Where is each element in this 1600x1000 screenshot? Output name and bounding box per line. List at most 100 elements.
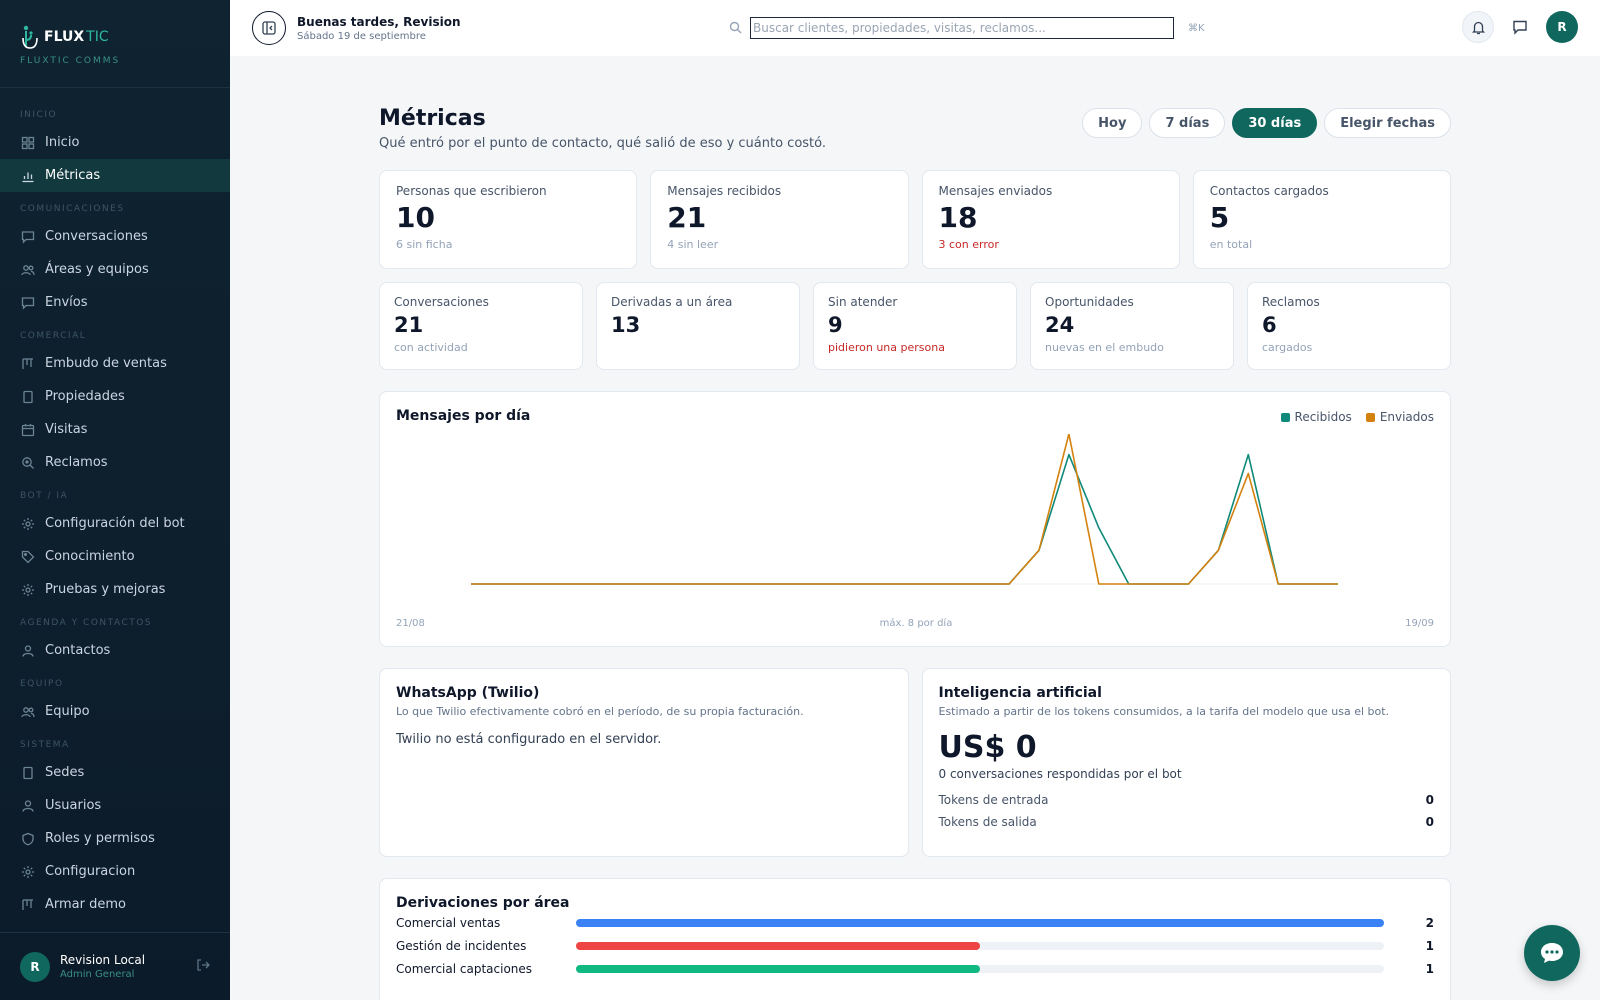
- chat-fab-button[interactable]: [1524, 925, 1580, 981]
- messages-button[interactable]: [1506, 11, 1534, 43]
- avatar[interactable]: R: [1546, 11, 1578, 43]
- twilio-card: WhatsApp (Twilio) Lo que Twilio efectiva…: [379, 668, 909, 857]
- derivation-bar-fill: [576, 941, 980, 950]
- sidebar-item-usuarios[interactable]: Usuarios: [0, 789, 230, 822]
- kpi-sub: nuevas en el embudo: [1045, 341, 1164, 354]
- search-shortcut: ⌘K: [1188, 22, 1205, 34]
- kpi-value: 13: [611, 313, 641, 337]
- logo-icon: [22, 25, 38, 49]
- series-line-recibidos[interactable]: [471, 453, 1338, 585]
- range-button-elegir-fechas[interactable]: Elegir fechas: [1324, 108, 1451, 138]
- derivation-name: Comercial ventas: [396, 915, 501, 930]
- legend-item-recibidos[interactable]: Recibidos: [1280, 410, 1352, 424]
- kpi-row-top: Personas que escribieron 10 6 sin ficha M…: [379, 170, 1451, 269]
- messages-chart-card: Mensajes por día Recibidos Enviados 21/0…: [379, 391, 1451, 647]
- sidebar-item-armar-demo[interactable]: Armar demo: [0, 888, 230, 921]
- sidebar-item-sedes[interactable]: Sedes: [0, 756, 230, 789]
- sidebar-item-label: Reclamos: [45, 455, 108, 470]
- sidebar-item-roles-y-permisos[interactable]: Roles y permisos: [0, 822, 230, 855]
- sidebar-item-label: Embudo de ventas: [45, 356, 167, 371]
- nav-section-label: BOT / IA: [20, 491, 69, 501]
- sidebar-toggle-icon: [262, 21, 276, 35]
- kpi-label: Mensajes recibidos: [667, 184, 782, 198]
- gear-icon: [20, 516, 35, 531]
- sidebar-item-label: Envíos: [45, 295, 88, 310]
- brand: FLUX TIC FLUXTIC COMMS: [0, 0, 230, 88]
- brand-logo[interactable]: FLUX TIC: [20, 24, 230, 50]
- sidebar-item-label: Propiedades: [45, 389, 125, 404]
- search-input[interactable]: [750, 17, 1174, 39]
- sidebar-item-label: Armar demo: [45, 897, 126, 912]
- ai-title: Inteligencia artificial: [938, 685, 1102, 701]
- derivation-count: 1: [1425, 961, 1434, 976]
- users-icon: [20, 262, 35, 277]
- range-button-hoy[interactable]: Hoy: [1082, 108, 1143, 138]
- sidebar-item-conocimiento[interactable]: Conocimiento: [0, 540, 230, 573]
- brand-name-a: FLUX: [44, 29, 85, 45]
- kpi-label: Mensajes enviados: [938, 184, 1053, 198]
- sidebar-item-label: Conversaciones: [45, 229, 148, 244]
- derivation-bar-track: [576, 918, 1384, 927]
- page-title: Métricas: [379, 106, 486, 131]
- derivation-bar-fill: [576, 918, 1384, 927]
- sidebar-item-inicio[interactable]: Inicio: [0, 126, 230, 159]
- legend-item-enviados[interactable]: Enviados: [1365, 410, 1434, 424]
- derivations-title: Derivaciones por área: [396, 895, 570, 911]
- sidebar-item-visitas[interactable]: Visitas: [0, 413, 230, 446]
- calendar-icon: [20, 422, 35, 437]
- range-button-30-dias[interactable]: 30 días: [1232, 108, 1318, 138]
- chat-icon: [1513, 20, 1527, 35]
- sidebar-item-embudo-de-ventas[interactable]: Embudo de ventas: [0, 347, 230, 380]
- sidebar-item-pruebas-y-mejoras[interactable]: Pruebas y mejoras: [0, 573, 230, 606]
- sidebar-item-propiedades[interactable]: Propiedades: [0, 380, 230, 413]
- logout-icon[interactable]: [196, 957, 210, 976]
- sidebar-item-contactos[interactable]: Contactos: [0, 634, 230, 667]
- sidebar-item-envios[interactable]: Envíos: [0, 286, 230, 319]
- sidebar-item-label: Usuarios: [45, 798, 102, 813]
- notifications-button[interactable]: [1462, 11, 1494, 43]
- series-line-enviados[interactable]: [471, 434, 1338, 585]
- sidebar-item-conversaciones[interactable]: Conversaciones: [0, 220, 230, 253]
- sidebar-item-reclamos[interactable]: Reclamos: [0, 446, 230, 479]
- twilio-status-message: Twilio no está configurado en el servido…: [396, 732, 662, 747]
- legend-swatch: [1365, 413, 1375, 422]
- kpi-label: Sin atender: [828, 295, 898, 309]
- derivation-name: Gestión de incidentes: [396, 938, 527, 953]
- sidebar-item-label: Configuración del bot: [45, 516, 185, 531]
- gear-icon: [20, 864, 35, 879]
- greeting-title: Buenas tardes, Revision: [297, 14, 461, 29]
- kpi-card-contactos-cargados: Contactos cargados 5 en total: [1192, 170, 1451, 269]
- sidebar-item-configuracion-del-bot[interactable]: Configuración del bot: [0, 507, 230, 540]
- derivation-bar-track: [576, 941, 1384, 950]
- chart-legend: Recibidos Enviados: [1280, 410, 1434, 424]
- kpi-value: 18: [938, 201, 978, 234]
- sidebar-item-configuracion[interactable]: Configuracion: [0, 855, 230, 888]
- shield-icon: [20, 831, 35, 846]
- chat-icon: [20, 229, 35, 244]
- kpi-sub: 4 sin leer: [667, 238, 719, 251]
- search-bar: ⌘K: [717, 12, 1217, 44]
- sidebar-item-metricas[interactable]: Métricas: [0, 159, 230, 192]
- derivation-row-comercial-captaciones: Comercial captaciones 1: [396, 957, 1434, 980]
- kpi-value: 10: [396, 201, 435, 234]
- x-axis-end-label: 19/09: [1405, 618, 1434, 629]
- sidebar-item-areas-y-equipos[interactable]: Áreas y equipos: [0, 253, 230, 286]
- tokens-out-label: Tokens de salida: [938, 815, 1037, 829]
- user-icon: [20, 798, 35, 813]
- kpi-value: 5: [1209, 201, 1230, 234]
- legend-swatch: [1280, 413, 1290, 422]
- kpi-row-bottom: Conversaciones 21 con actividad Derivadas…: [379, 282, 1451, 370]
- range-button-7-dias[interactable]: 7 días: [1149, 108, 1226, 138]
- sidebar-user[interactable]: R Revision Local Admin General: [0, 932, 230, 1000]
- sidebar-item-label: Conocimiento: [45, 549, 135, 564]
- collapse-sidebar-button[interactable]: [252, 11, 286, 45]
- tokens-in-row: Tokens de entrada 0: [939, 793, 1435, 807]
- sidebar-item-equipo[interactable]: Equipo: [0, 695, 230, 728]
- kpi-card-mensajes-enviados: Mensajes enviados 18 3 con error: [921, 170, 1180, 269]
- sidebar-item-label: Visitas: [45, 422, 88, 437]
- ai-cost-value: US$ 0: [938, 730, 1037, 765]
- derivations-card: Derivaciones por área Comercial ventas 2…: [379, 878, 1451, 1000]
- sidebar-item-label: Pruebas y mejoras: [45, 582, 166, 597]
- chart-icon: [20, 168, 35, 183]
- user-name: Revision Local: [60, 953, 146, 967]
